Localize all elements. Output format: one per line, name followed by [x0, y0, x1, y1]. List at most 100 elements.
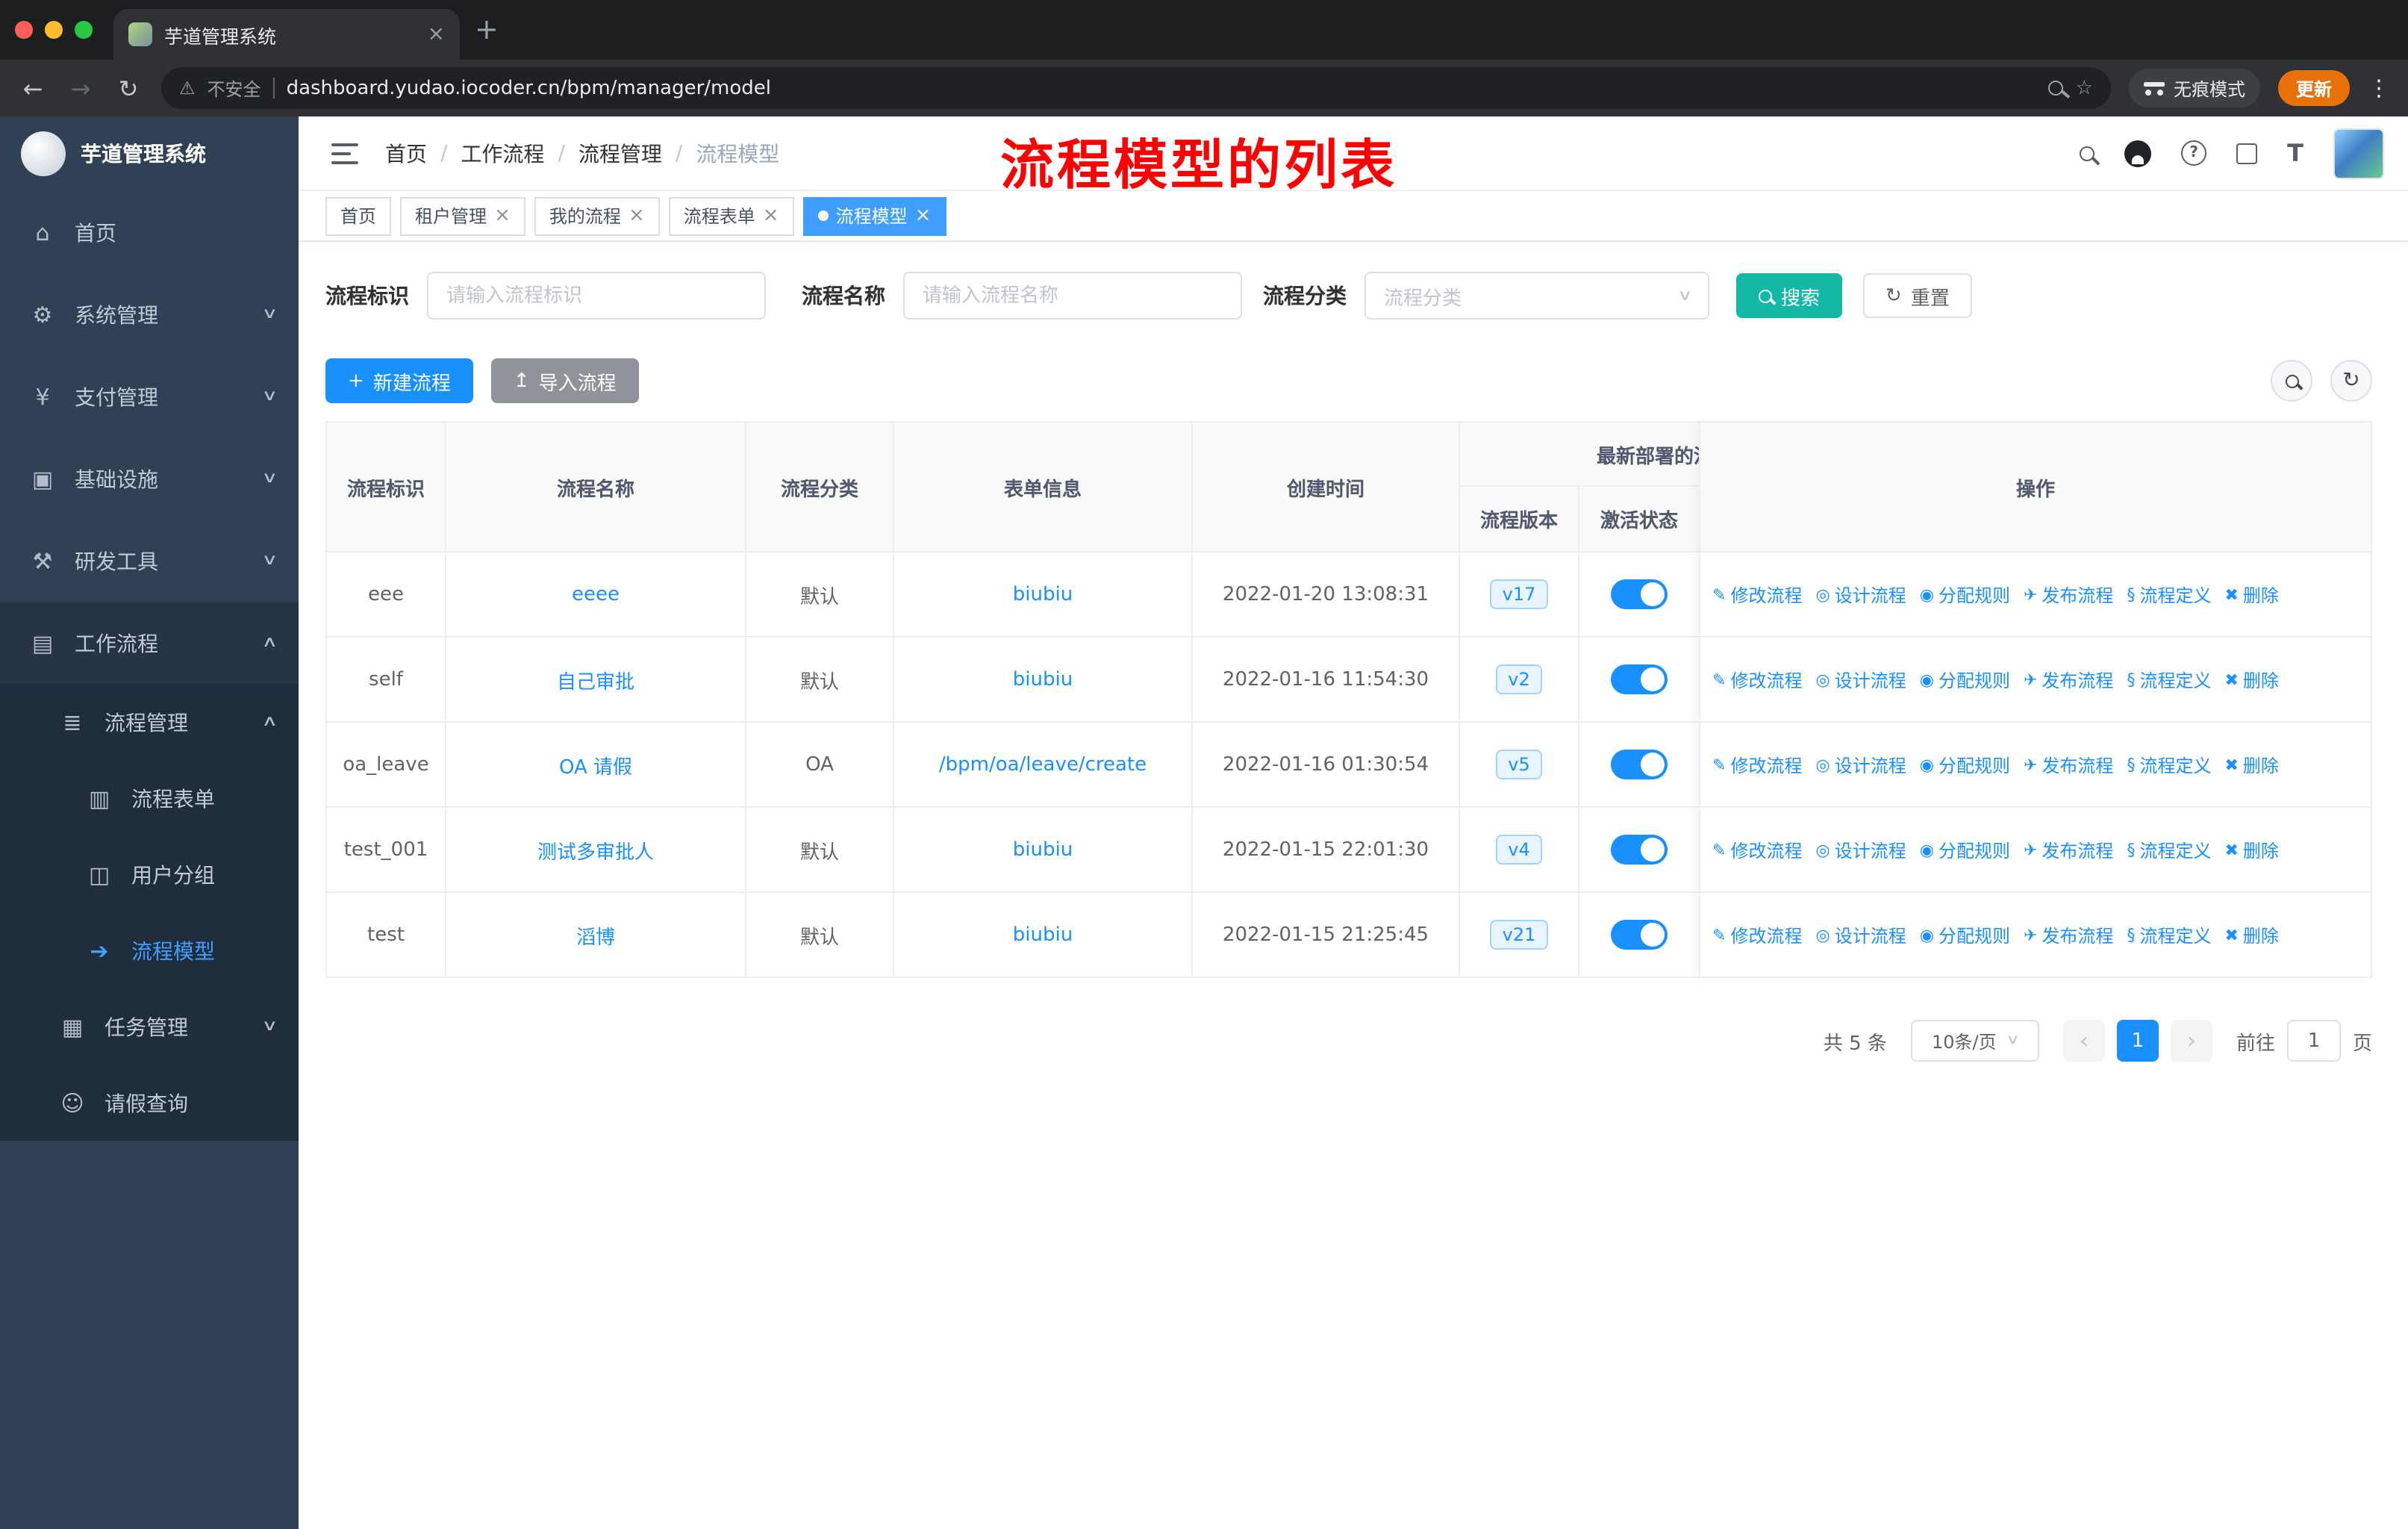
publish-process-link[interactable]: ✈ 发布流程 — [2024, 667, 2113, 692]
delete-process-link[interactable]: ✖ 删除 — [2224, 667, 2278, 692]
tag-process-form[interactable]: 流程表单 × — [668, 196, 794, 235]
security-label[interactable]: 不安全 — [208, 75, 261, 101]
form-info-link[interactable]: /bpm/oa/leave/create — [939, 753, 1147, 776]
reset-button[interactable]: ↻ 重置 — [1863, 273, 1972, 318]
sidebar-item-process-management[interactable]: ≣ 流程管理 ∧ — [0, 684, 299, 760]
publish-process-link[interactable]: ✈ 发布流程 — [2024, 837, 2113, 862]
sidebar-item-process-model[interactable]: ➔ 流程模型 — [0, 912, 299, 988]
tab-close-icon[interactable]: × — [428, 22, 445, 46]
new-tab-button[interactable]: + — [475, 13, 499, 46]
status-toggle[interactable] — [1611, 750, 1668, 779]
sidebar-item-leave-query[interactable]: ☺ 请假查询 — [0, 1065, 299, 1141]
browser-menu-icon[interactable]: ⋮ — [2368, 75, 2390, 102]
close-icon[interactable]: × — [763, 205, 779, 227]
user-avatar[interactable] — [2333, 128, 2384, 178]
process-name-link[interactable]: eeee — [572, 583, 620, 605]
modify-process-link[interactable]: ✎ 修改流程 — [1712, 667, 1802, 692]
toggle-search-button[interactable] — [2271, 360, 2312, 402]
help-icon[interactable]: ? — [2181, 140, 2207, 166]
process-name-link[interactable]: 滔博 — [576, 921, 615, 949]
reload-icon[interactable]: ↻ — [113, 74, 143, 102]
process-name-link[interactable]: 自己审批 — [557, 665, 634, 694]
modify-process-link[interactable]: ✎ 修改流程 — [1712, 922, 1802, 947]
close-icon[interactable]: × — [494, 205, 511, 227]
address-bar[interactable]: ⚠ 不安全 dashboard.yudao.iocoder.cn/bpm/man… — [161, 67, 2111, 109]
bookmark-star-icon[interactable]: ☆ — [2076, 77, 2093, 99]
delete-process-link[interactable]: ✖ 删除 — [2224, 922, 2278, 947]
delete-process-link[interactable]: ✖ 删除 — [2224, 582, 2278, 607]
tag-process-model[interactable]: 流程模型 × — [802, 196, 946, 235]
fullscreen-icon[interactable] — [2236, 143, 2258, 164]
process-definition-link[interactable]: § 流程定义 — [2127, 667, 2211, 692]
assign-rule-link[interactable]: ◉ 分配规则 — [1920, 582, 2010, 607]
search-button[interactable]: 搜索 — [1736, 273, 1843, 318]
font-size-icon[interactable]: T — [2287, 139, 2303, 167]
status-toggle[interactable] — [1611, 664, 1668, 694]
modify-process-link[interactable]: ✎ 修改流程 — [1712, 752, 1802, 777]
sidebar-item-task-management[interactable]: ▦ 任务管理 ∨ — [0, 988, 299, 1065]
tag-tenant[interactable]: 租户管理 × — [400, 196, 525, 235]
zoom-window-button[interactable] — [75, 21, 93, 39]
process-definition-link[interactable]: § 流程定义 — [2127, 922, 2211, 947]
tag-home[interactable]: 首页 — [325, 196, 392, 235]
forward-icon[interactable]: → — [66, 74, 96, 102]
goto-page-input[interactable] — [2286, 1020, 2341, 1062]
github-icon[interactable] — [2124, 140, 2152, 166]
breadcrumb-item[interactable]: 流程管理 — [578, 138, 662, 168]
sidebar-item-payment[interactable]: ¥ 支付管理 ∨ — [0, 355, 299, 437]
process-name-link[interactable]: 测试多审批人 — [537, 835, 654, 864]
process-definition-link[interactable]: § 流程定义 — [2127, 582, 2211, 607]
assign-rule-link[interactable]: ◉ 分配规则 — [1920, 837, 2010, 862]
design-process-link[interactable]: ◎ 设计流程 — [1815, 582, 1906, 607]
design-process-link[interactable]: ◎ 设计流程 — [1815, 752, 1906, 777]
design-process-link[interactable]: ◎ 设计流程 — [1815, 922, 1906, 947]
modify-process-link[interactable]: ✎ 修改流程 — [1712, 837, 1802, 862]
form-info-link[interactable]: biubiu — [1013, 583, 1073, 605]
assign-rule-link[interactable]: ◉ 分配规则 — [1920, 922, 2010, 947]
close-icon[interactable]: × — [915, 205, 932, 227]
modify-process-link[interactable]: ✎ 修改流程 — [1712, 582, 1802, 607]
delete-process-link[interactable]: ✖ 删除 — [2224, 752, 2278, 777]
process-category-select[interactable]: 流程分类 ∨ — [1364, 272, 1709, 320]
design-process-link[interactable]: ◎ 设计流程 — [1815, 667, 1906, 692]
sidebar-item-devtools[interactable]: ⚒ 研发工具 ∨ — [0, 520, 299, 602]
sidebar-item-system[interactable]: ⚙ 系统管理 ∨ — [0, 273, 299, 355]
status-toggle[interactable] — [1611, 579, 1668, 609]
assign-rule-link[interactable]: ◉ 分配规则 — [1920, 667, 2010, 692]
page-size-select[interactable]: 10条/页 ∨ — [1910, 1020, 2039, 1062]
delete-process-link[interactable]: ✖ 删除 — [2224, 837, 2278, 862]
close-icon[interactable]: × — [628, 205, 645, 227]
publish-process-link[interactable]: ✈ 发布流程 — [2024, 752, 2113, 777]
process-definition-link[interactable]: § 流程定义 — [2127, 837, 2211, 862]
form-info-link[interactable]: biubiu — [1013, 924, 1073, 946]
create-process-button[interactable]: + 新建流程 — [325, 358, 473, 403]
sidebar-item-workflow[interactable]: ▤ 工作流程 ∧ — [0, 602, 299, 684]
sidebar-item-process-form[interactable]: ▥ 流程表单 — [0, 760, 299, 836]
sidebar-toggle-icon[interactable] — [331, 143, 358, 164]
form-info-link[interactable]: biubiu — [1013, 838, 1073, 861]
url-text[interactable]: dashboard.yudao.iocoder.cn/bpm/manager/m… — [287, 77, 2037, 99]
page-number-button[interactable]: 1 — [2116, 1020, 2159, 1062]
chrome-update-button[interactable]: 更新 — [2277, 70, 2350, 106]
sidebar-item-infrastructure[interactable]: ▣ 基础设施 ∨ — [0, 437, 299, 520]
process-definition-link[interactable]: § 流程定义 — [2127, 752, 2211, 777]
close-window-button[interactable] — [15, 21, 33, 39]
minimize-window-button[interactable] — [45, 21, 63, 39]
publish-process-link[interactable]: ✈ 发布流程 — [2024, 922, 2113, 947]
process-name-input[interactable] — [903, 272, 1242, 320]
password-key-icon[interactable] — [2048, 81, 2064, 96]
status-toggle[interactable] — [1611, 835, 1668, 865]
sidebar-item-home[interactable]: ⌂ 首页 — [0, 191, 299, 273]
prev-page-button[interactable]: ‹ — [2062, 1020, 2105, 1062]
assign-rule-link[interactable]: ◉ 分配规则 — [1920, 752, 2010, 777]
refresh-table-button[interactable]: ↻ — [2330, 360, 2372, 402]
back-icon[interactable]: ← — [18, 74, 48, 102]
sidebar-item-user-group[interactable]: ◫ 用户分组 — [0, 836, 299, 912]
process-name-link[interactable]: OA 请假 — [559, 750, 632, 779]
tag-my-process[interactable]: 我的流程 × — [534, 196, 660, 235]
form-info-link[interactable]: biubiu — [1013, 668, 1073, 691]
breadcrumb-item[interactable]: 工作流程 — [461, 138, 544, 168]
browser-tab[interactable]: 芋道管理系统 × — [113, 9, 460, 60]
next-page-button[interactable]: › — [2170, 1020, 2212, 1062]
publish-process-link[interactable]: ✈ 发布流程 — [2024, 582, 2113, 607]
